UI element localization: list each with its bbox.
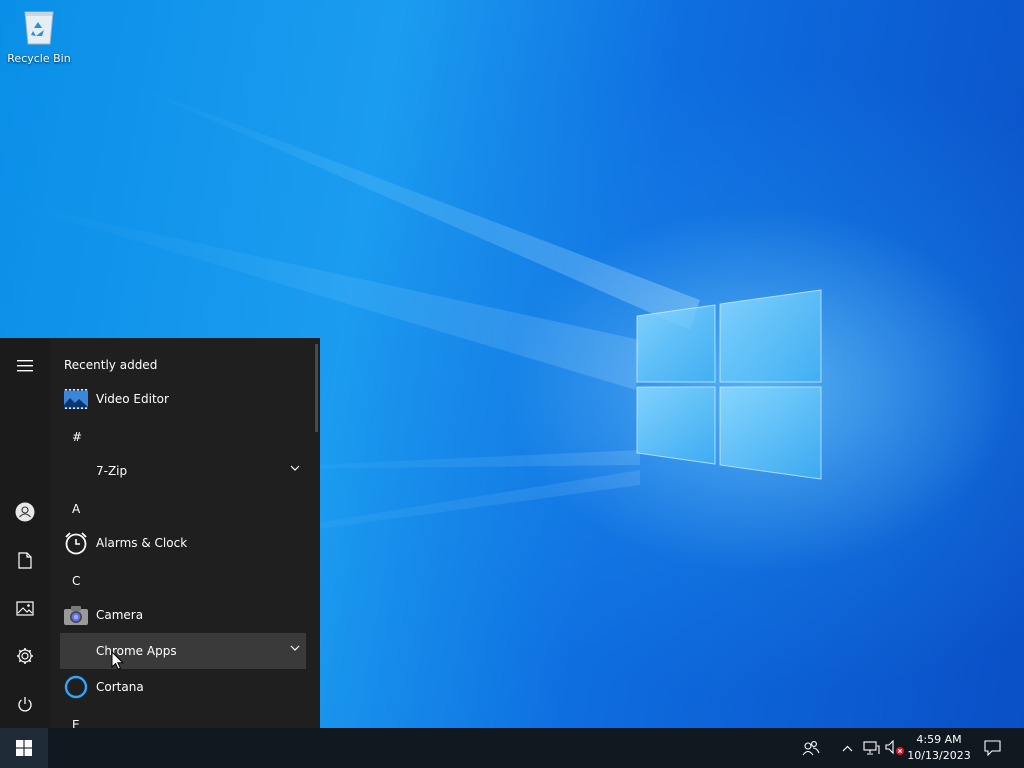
- app-list-scrollbar[interactable]: [315, 344, 318, 432]
- folder-7-zip[interactable]: 7-Zip: [60, 453, 306, 489]
- app-video-editor[interactable]: Video Editor: [60, 381, 306, 417]
- app-label: 7-Zip: [96, 464, 128, 478]
- app-label: Video Editor: [96, 392, 169, 406]
- app-label: Cortana: [96, 680, 144, 694]
- app-alarms-clock[interactable]: Alarms & Clock: [60, 525, 306, 561]
- people-button[interactable]: [798, 728, 824, 768]
- windows-logo-icon: [16, 740, 32, 756]
- folder-chrome-apps[interactable]: Chrome Apps: [60, 633, 306, 669]
- volume-muted-icon: [885, 740, 904, 755]
- volume-button[interactable]: [884, 728, 906, 768]
- app-cortana[interactable]: Cortana: [60, 669, 306, 705]
- recycle-bin-icon: [24, 11, 54, 45]
- clock[interactable]: 4:59 AM 10/13/2023: [904, 731, 974, 765]
- people-icon: [802, 741, 820, 756]
- chevron-up-icon: [842, 745, 852, 751]
- recycle-bin-shortcut[interactable]: Recycle Bin: [4, 6, 74, 78]
- user-icon: [15, 502, 35, 522]
- hamburger-icon: [17, 360, 33, 372]
- app-label: Camera: [96, 608, 144, 622]
- network-button[interactable]: [860, 728, 882, 768]
- alarm-clock-icon: [64, 531, 88, 555]
- document-icon: [18, 551, 32, 569]
- video-editor-icon: [64, 387, 88, 411]
- section-header-a[interactable]: A: [72, 502, 80, 516]
- action-center-icon: [983, 740, 1001, 756]
- folder-icon: [64, 459, 88, 483]
- app-list: Recently added Video Editor # 7-Zip A Al…: [50, 338, 314, 728]
- section-header-c[interactable]: C: [72, 574, 80, 588]
- expand-menu-button[interactable]: [0, 346, 50, 386]
- settings-button[interactable]: [0, 636, 50, 676]
- app-label: Chrome Apps: [96, 644, 177, 658]
- show-hidden-icons-button[interactable]: [838, 728, 856, 768]
- start-menu: Recently added Video Editor # 7-Zip A Al…: [0, 338, 320, 728]
- folder-icon: [64, 639, 88, 663]
- section-header-hash[interactable]: #: [72, 430, 82, 444]
- action-center-button[interactable]: [978, 728, 1006, 768]
- app-camera[interactable]: Camera: [60, 597, 306, 633]
- start-button[interactable]: [0, 728, 48, 768]
- power-button[interactable]: [0, 684, 50, 724]
- chevron-down-icon: [290, 645, 300, 651]
- gear-icon: [17, 648, 33, 664]
- windows-logo-wallpaper: [636, 289, 822, 480]
- picture-icon: [16, 600, 34, 616]
- recycle-bin-label: Recycle Bin: [7, 52, 71, 65]
- recently-added-header: Recently added: [64, 358, 158, 372]
- documents-button[interactable]: [0, 540, 50, 580]
- start-menu-rail: [0, 338, 50, 728]
- taskbar: 4:59 AM 10/13/2023: [0, 728, 1024, 768]
- power-icon: [18, 696, 32, 711]
- chevron-down-icon: [290, 465, 300, 471]
- app-label: Alarms & Clock: [96, 536, 188, 550]
- section-header-e[interactable]: E: [72, 718, 80, 728]
- network-icon: [862, 741, 880, 755]
- cortana-icon: [64, 675, 88, 699]
- account-button[interactable]: [0, 492, 50, 532]
- camera-icon: [64, 603, 88, 627]
- clock-date: 10/13/2023: [907, 749, 971, 762]
- mouse-cursor-icon: [111, 651, 124, 670]
- clock-time: 4:59 AM: [916, 733, 962, 746]
- pictures-button[interactable]: [0, 588, 50, 628]
